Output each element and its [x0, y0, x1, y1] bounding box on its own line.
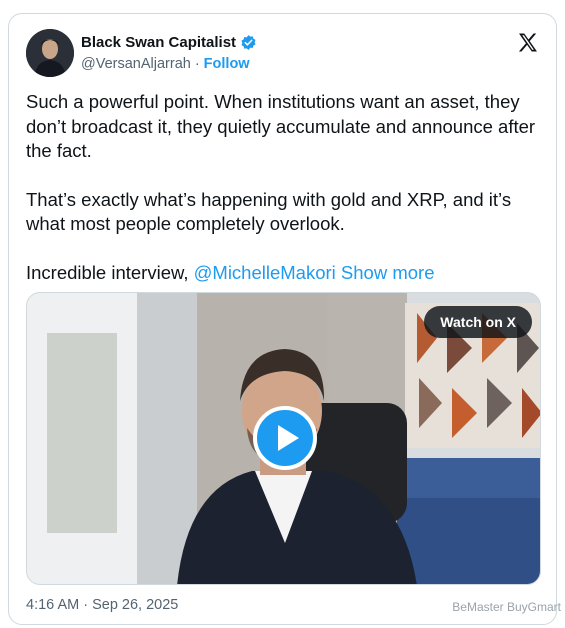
mention-link[interactable]: @MichelleMakori	[194, 262, 336, 283]
tweet-paragraph-3-prefix: Incredible interview,	[26, 261, 194, 283]
author-handle-row: @VersanAljarrah · Follow	[81, 56, 250, 72]
tweet-paragraph-2: That’s exactly what’s happening with gol…	[26, 188, 512, 235]
author-display-name[interactable]: Black Swan Capitalist	[81, 34, 236, 51]
separator-dot: ·	[194, 56, 200, 72]
author-name-row[interactable]: Black Swan Capitalist	[81, 34, 257, 51]
tweet-paragraph-1: Such a powerful point. When institutions…	[26, 91, 536, 161]
tweet-text: Such a powerful point. When institutions…	[26, 90, 546, 309]
avatar[interactable]	[26, 29, 74, 77]
tweet-paragraph-3: Incredible interview, @MichelleMakori Sh…	[26, 261, 546, 286]
verified-badge-icon	[240, 34, 257, 51]
x-logo-icon[interactable]	[516, 31, 540, 55]
follow-button[interactable]: Follow	[204, 56, 250, 72]
watch-on-x-button[interactable]: Watch on X	[424, 306, 532, 338]
tweet-timestamp[interactable]: 4:16 AM · Sep 26, 2025	[26, 597, 178, 613]
show-more-link[interactable]: Show more	[341, 262, 435, 283]
author-handle[interactable]: @VersanAljarrah	[81, 56, 191, 72]
video-thumbnail[interactable]: Watch on X	[26, 292, 541, 585]
tweet-card: Black Swan Capitalist @VersanAljarrah · …	[8, 13, 557, 625]
watermark-text: BeMaster BuyGmart	[452, 600, 561, 614]
play-icon[interactable]	[253, 406, 317, 470]
